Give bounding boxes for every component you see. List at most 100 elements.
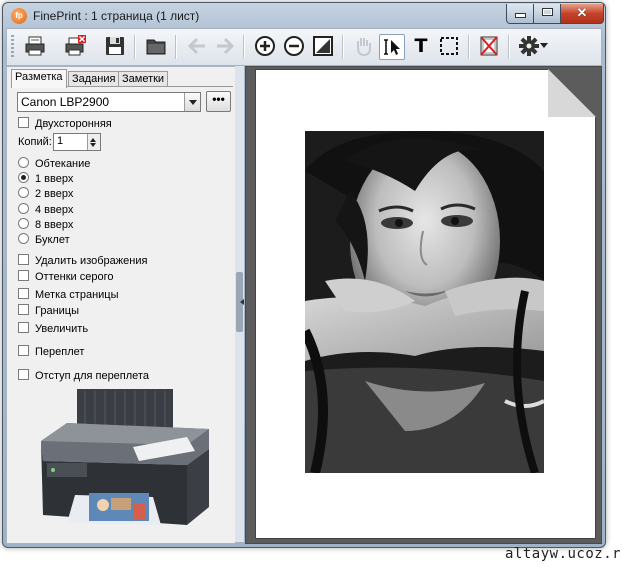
portrait-photo-image [305,131,544,473]
preview-photo[interactable] [305,131,544,473]
checkbox-box[interactable] [18,254,29,265]
toolbar: T [6,28,602,66]
maximize-button[interactable] [533,4,561,24]
radio-label: 8 вверх [35,219,74,231]
checkbox-label: Границы [35,305,79,317]
dropdown-arrow-icon[interactable] [184,93,200,111]
copies-stepper[interactable]: 1 [53,133,101,151]
title-bar[interactable]: fp FinePrint : 1 страница (1 лист) ✕ [3,3,605,29]
close-button[interactable]: ✕ [560,4,604,24]
open-folder-icon [146,39,166,55]
radio-button[interactable] [18,187,29,198]
page-preview-area[interactable] [245,66,602,544]
checkbox-box[interactable] [18,288,29,299]
radio-button[interactable] [18,172,29,183]
chevron-down-icon [540,43,548,48]
radio-label: Обтекание [35,158,91,170]
zoom-out-button[interactable] [282,34,306,58]
back-button[interactable] [185,34,209,58]
checkbox-box[interactable] [18,345,29,356]
enlarge-checkbox[interactable]: Увеличить [18,322,88,337]
zoom-in-icon [255,36,275,56]
grayscale-checkbox[interactable]: Оттенки серого [18,270,113,285]
printer-select[interactable]: Canon LBP2900 [17,92,201,112]
remove-images-checkbox[interactable]: Удалить изображения [18,254,147,269]
printer-properties-button[interactable]: ••• [206,91,231,112]
collapse-panel-handle[interactable] [236,272,244,332]
binding-margin-checkbox[interactable]: Отступ для переплета [18,369,149,384]
checkbox-label: Отступ для переплета [35,370,149,382]
checkbox-box[interactable] [18,369,29,380]
layout-panel: Разметка Задания Заметки Canon LBP2900 •… [6,66,236,544]
save-button[interactable] [103,34,127,58]
layout-radio-wrap[interactable]: Обтекание [18,157,90,172]
save-icon [106,37,124,55]
panel-splitter[interactable] [235,66,244,542]
printer-select-value: Canon LBP2900 [21,95,110,109]
close-icon: ✕ [576,5,588,20]
text-tool-icon: T [414,35,428,57]
layout-radio-1up[interactable]: 1 вверх [18,172,73,187]
toolbar-separator [508,35,510,59]
checkbox-label: Удалить изображения [35,255,148,267]
page-corner-fold [548,69,596,117]
checkbox-box[interactable] [18,270,29,281]
app-logo-icon[interactable]: fp [11,8,27,24]
toolbar-grip[interactable] [11,35,14,59]
radio-label: 2 вверх [35,188,74,200]
minimize-icon [514,13,526,18]
checkbox-box[interactable] [18,117,29,128]
checkbox-label: Переплет [35,346,85,358]
radio-button[interactable] [18,218,29,229]
select-cursor-button[interactable] [379,34,405,60]
binding-checkbox[interactable]: Переплет [18,345,84,360]
delete-page-button[interactable] [477,34,501,58]
toolbar-separator [175,35,177,59]
radio-button[interactable] [18,203,29,214]
copies-label: Копий: [18,136,52,148]
print-delete-icon [65,35,86,56]
print-button[interactable] [23,34,47,58]
print-icon [25,36,45,56]
forward-button[interactable] [213,34,237,58]
checkbox-box[interactable] [18,322,29,333]
settings-menu-button[interactable] [515,34,551,58]
radio-button[interactable] [18,233,29,244]
window-title: FinePrint : 1 страница (1 лист) [33,9,200,23]
printer-illustration [41,389,209,525]
checkbox-box[interactable] [18,304,29,315]
fit-page-button[interactable] [311,34,335,58]
hand-pan-button[interactable] [351,34,375,58]
text-tool-button[interactable]: T [409,34,433,58]
stepper-arrows-icon[interactable] [87,134,100,150]
checkbox-label: Увеличить [35,323,89,335]
layout-radio-booklet[interactable]: Буклет [18,233,70,248]
select-cursor-icon [384,39,400,55]
preview-page[interactable] [255,69,596,539]
checkbox-label: Оттенки серого [35,271,114,283]
layout-radio-8up[interactable]: 8 вверх [18,218,73,233]
open-folder-button[interactable] [144,34,168,58]
toolbar-separator [468,35,470,59]
print-delete-button[interactable] [63,34,87,58]
tab-notes[interactable]: Заметки [118,71,169,87]
duplex-label: Двухсторонняя [35,118,112,130]
tab-jobs[interactable]: Задания [68,71,120,87]
toolbar-separator [342,35,344,59]
marquee-select-icon [440,37,458,55]
page-label-checkbox[interactable]: Метка страницы [18,288,119,303]
radio-label: 4 вверх [35,204,74,216]
tab-layout[interactable]: Разметка [11,69,67,88]
minimize-button[interactable] [506,4,534,24]
marquee-select-button[interactable] [437,34,461,58]
layout-radio-2up[interactable]: 2 вверх [18,187,73,202]
radio-button[interactable] [18,157,29,168]
duplex-checkbox[interactable]: Двухсторонняя [18,117,112,132]
zoom-in-button[interactable] [253,34,277,58]
layout-radio-4up[interactable]: 4 вверх [18,203,73,218]
copies-value[interactable]: 1 [57,135,63,147]
checkbox-label: Метка страницы [35,289,119,301]
radio-label: 1 вверх [35,173,74,185]
zoom-out-icon [284,36,304,56]
borders-checkbox[interactable]: Границы [18,304,79,319]
